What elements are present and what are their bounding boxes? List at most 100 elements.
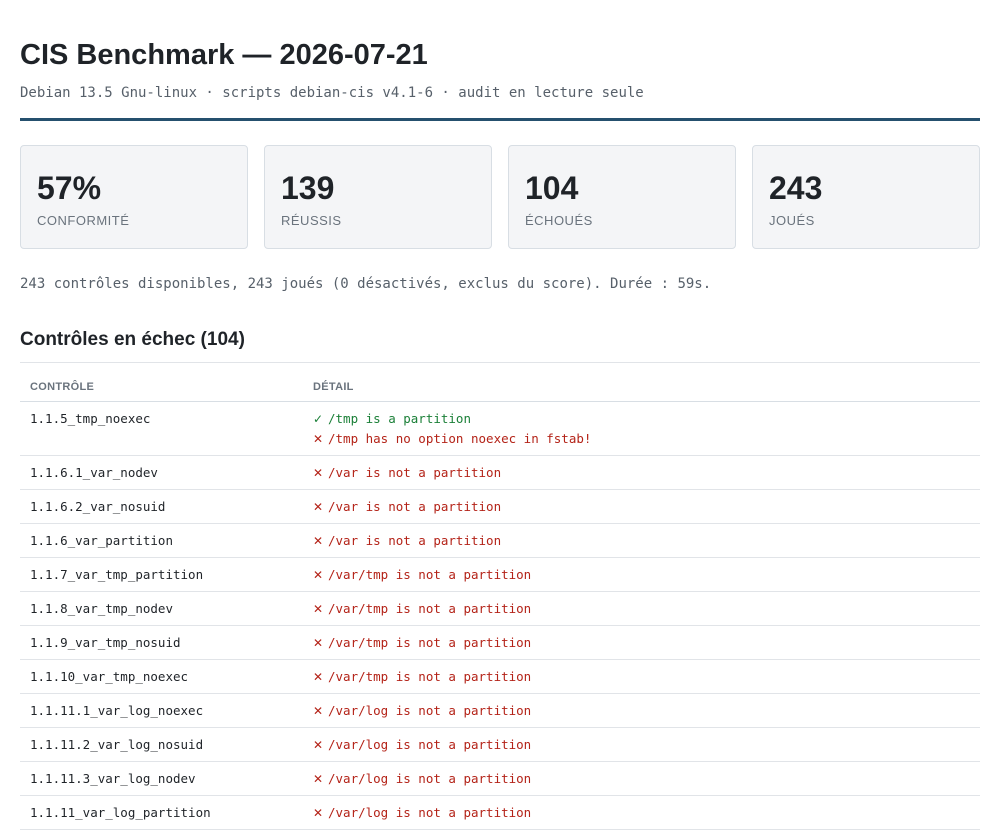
stat-card-run: 243 Joués [752, 145, 980, 249]
control-id: 1.1.5_tmp_noexec [20, 401, 303, 456]
stat-label: Échoués [525, 213, 593, 228]
cross-icon: ✕ [313, 466, 324, 480]
control-detail: ✕ /var/log is not a partition [303, 761, 980, 796]
detail-line-fail: ✕ /var/log is not a partition [313, 804, 970, 822]
control-id: 1.1.6_var_partition [20, 523, 303, 558]
control-detail: ✕ /var/tmp is not a partition [303, 591, 980, 626]
failed-checks-table: Contrôle Détail 1.1.5_tmp_noexec ✓ /tmp is… [20, 375, 980, 830]
cross-icon: ✕ [313, 772, 324, 786]
cross-icon: ✕ [313, 704, 324, 718]
table-row: 1.1.11.1_var_log_noexec ✕ /var/log is not … [20, 693, 980, 728]
control-detail: ✕ /var/log is not a partition [303, 727, 980, 762]
table-row: 1.1.7_var_tmp_partition ✕ /var/tmp is not … [20, 557, 980, 592]
table-row: 1.1.11_var_log_partition ✕ /var/log is not… [20, 795, 980, 830]
cross-icon: ✕ [313, 738, 324, 752]
cross-icon: ✕ [313, 568, 324, 582]
control-id: 1.1.11_var_log_partition [20, 795, 303, 830]
detail-text: /var/log is not a partition [328, 805, 532, 820]
cross-icon: ✕ [313, 432, 324, 446]
detail-line-fail: ✕ /var/tmp is not a partition [313, 600, 970, 618]
detail-text: /var/log is not a partition [328, 771, 532, 786]
control-detail: ✕ /var/log is not a partition [303, 693, 980, 728]
cross-icon: ✕ [313, 636, 324, 650]
header-divider [20, 118, 980, 121]
control-detail: ✕ /var/log is not a partition [303, 795, 980, 830]
control-detail: ✕ /var/tmp is not a partition [303, 557, 980, 592]
cross-icon: ✕ [313, 602, 324, 616]
control-id: 1.1.9_var_tmp_nosuid [20, 625, 303, 660]
detail-text: /var/tmp is not a partition [328, 601, 532, 616]
page-title: CIS Benchmark — 2026-07-21 [20, 39, 428, 71]
stat-card-compliance: 57% Conformité [20, 145, 248, 249]
section-divider [20, 362, 980, 363]
stat-value: 104 [525, 170, 579, 206]
control-id: 1.1.11.2_var_log_nosuid [20, 727, 303, 762]
stat-value: 57% [37, 170, 102, 206]
detail-line-fail: ✕ /var is not a partition [313, 498, 970, 516]
cross-icon: ✕ [313, 806, 324, 820]
control-id: 1.1.11.3_var_log_nodev [20, 761, 303, 796]
cross-icon: ✕ [313, 670, 324, 684]
detail-line-fail: ✕ /var/log is not a partition [313, 736, 970, 754]
table-row: 1.1.5_tmp_noexec ✓ /tmp is a partition ✕ /tm… [20, 401, 980, 456]
detail-text: /var/log is not a partition [328, 737, 532, 752]
stat-card-failed: 104 Échoués [508, 145, 736, 249]
detail-text: /tmp is a partition [328, 411, 471, 426]
failed-section-title: Contrôles en échec (104) [20, 329, 245, 350]
table-row: 1.1.11.2_var_log_nosuid ✕ /var/log is not … [20, 727, 980, 762]
column-header-detail: Détail [303, 375, 980, 402]
page-subtitle: Debian 13.5 Gnu-linux · scripts debian-c… [20, 85, 644, 101]
stat-label: Joués [769, 213, 815, 228]
control-id: 1.1.10_var_tmp_noexec [20, 659, 303, 694]
table-header-row: Contrôle Détail [20, 375, 980, 402]
detail-text: /var/tmp is not a partition [328, 635, 532, 650]
table-row: 1.1.9_var_tmp_nosuid ✕ /var/tmp is not a p… [20, 625, 980, 660]
detail-line-fail: ✕ /tmp has no option noexec in fstab! [313, 430, 970, 448]
control-id: 1.1.7_var_tmp_partition [20, 557, 303, 592]
table-row: 1.1.10_var_tmp_noexec ✕ /var/tmp is not a … [20, 659, 980, 694]
table-row: 1.1.6.1_var_nodev ✕ /var is not a partitio… [20, 455, 980, 490]
detail-text: /tmp has no option noexec in fstab! [328, 431, 592, 446]
control-id: 1.1.11.1_var_log_noexec [20, 693, 303, 728]
table-row: 1.1.6_var_partition ✕ /var is not a partit… [20, 523, 980, 558]
stats-cards: 57% Conformité 139 Réussis 104 Échoués 2… [20, 145, 980, 249]
table-row: 1.1.11.3_var_log_nodev ✕ /var/log is not a… [20, 761, 980, 796]
detail-line-fail: ✕ /var/tmp is not a partition [313, 634, 970, 652]
detail-line-fail: ✕ /var is not a partition [313, 464, 970, 482]
control-detail: ✕ /var/tmp is not a partition [303, 625, 980, 660]
control-detail: ✕ /var is not a partition [303, 489, 980, 524]
detail-line-pass: ✓ /tmp is a partition [313, 410, 970, 428]
detail-text: /var is not a partition [328, 499, 502, 514]
table-row: 1.1.8_var_tmp_nodev ✕ /var/tmp is not a pa… [20, 591, 980, 626]
column-header-control: Contrôle [20, 375, 303, 402]
audit-summary: 243 contrôles disponibles, 243 joués (0 … [20, 276, 712, 292]
detail-line-fail: ✕ /var/log is not a partition [313, 770, 970, 788]
detail-line-fail: ✕ /var/log is not a partition [313, 702, 970, 720]
detail-line-fail: ✕ /var/tmp is not a partition [313, 668, 970, 686]
detail-text: /var is not a partition [328, 533, 502, 548]
table-row: 1.1.6.2_var_nosuid ✕ /var is not a partiti… [20, 489, 980, 524]
control-detail: ✕ /var is not a partition [303, 455, 980, 490]
detail-text: /var/tmp is not a partition [328, 567, 532, 582]
table-body: 1.1.5_tmp_noexec ✓ /tmp is a partition ✕ /tm… [20, 401, 980, 830]
control-detail: ✕ /var/tmp is not a partition [303, 659, 980, 694]
control-detail: ✕ /var is not a partition [303, 523, 980, 558]
cross-icon: ✕ [313, 534, 324, 548]
stat-label: Réussis [281, 213, 342, 228]
control-id: 1.1.6.2_var_nosuid [20, 489, 303, 524]
stat-value: 243 [769, 170, 823, 206]
detail-text: /var is not a partition [328, 465, 502, 480]
detail-text: /var/tmp is not a partition [328, 669, 532, 684]
control-id: 1.1.6.1_var_nodev [20, 455, 303, 490]
detail-line-fail: ✕ /var/tmp is not a partition [313, 566, 970, 584]
report-page: CIS Benchmark — 2026-07-21 Debian 13.5 G… [20, 0, 980, 830]
cross-icon: ✕ [313, 500, 324, 514]
check-icon: ✓ [313, 412, 324, 426]
control-detail: ✓ /tmp is a partition ✕ /tmp has no option … [303, 401, 980, 456]
stat-value: 139 [281, 170, 335, 206]
stat-label: Conformité [37, 213, 130, 228]
stat-card-passed: 139 Réussis [264, 145, 492, 249]
control-id: 1.1.8_var_tmp_nodev [20, 591, 303, 626]
detail-line-fail: ✕ /var is not a partition [313, 532, 970, 550]
detail-text: /var/log is not a partition [328, 703, 532, 718]
